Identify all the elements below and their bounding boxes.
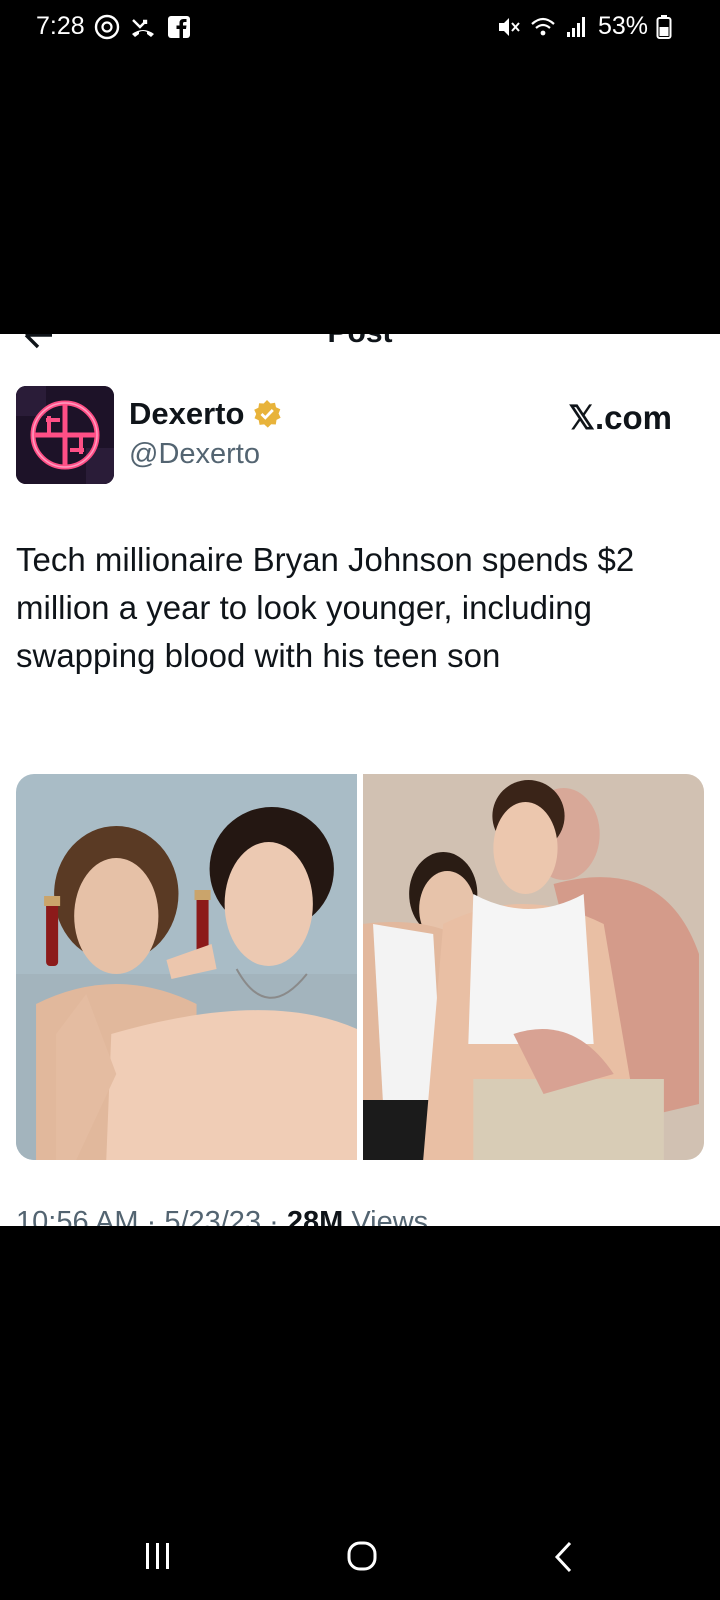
x-logo-icon: 𝕏	[568, 399, 595, 436]
post-card: Post Dexerto @Dexerto 𝕏.com Tech million…	[0, 334, 720, 1226]
more-icon[interactable]	[658, 334, 698, 336]
status-right: 53%	[496, 12, 672, 41]
facebook-icon	[168, 16, 190, 39]
display-name[interactable]: Dexerto	[129, 396, 282, 432]
x-com-logo: 𝕏 .com	[568, 398, 672, 437]
page-title: Post	[0, 334, 720, 350]
home-icon[interactable]	[346, 1540, 378, 1572]
status-left-icons	[94, 14, 192, 40]
avatar[interactable]	[16, 386, 114, 484]
tweet-meta: 10:56 AM · 5/23/23 · 28M Views	[16, 1206, 428, 1226]
verified-badge-icon	[254, 400, 282, 428]
status-time: 7:28	[36, 12, 85, 40]
tweet-time: 10:56 AM	[16, 1206, 139, 1226]
battery-percent: 53%	[597, 12, 648, 40]
recent-apps-icon[interactable]	[144, 1540, 172, 1572]
brand-domain: .com	[594, 398, 672, 436]
android-nav-bar	[0, 1490, 720, 1600]
mute-icon	[498, 17, 520, 36]
views-count: 28M	[286, 1206, 344, 1226]
wifi-icon	[531, 17, 555, 35]
battery-icon	[656, 14, 672, 39]
status-bar: 7:28 53%	[0, 0, 720, 56]
blood-vials-photo[interactable]	[16, 774, 357, 1160]
three-generations-photo[interactable]	[363, 774, 704, 1160]
back-icon[interactable]	[552, 1540, 576, 1574]
threads-icon	[94, 14, 120, 40]
author-name[interactable]: Dexerto	[129, 396, 244, 432]
tweet-date: 5/23/23	[164, 1206, 262, 1226]
media-grid	[16, 774, 704, 1160]
author-handle[interactable]: @Dexerto	[129, 438, 260, 471]
signal-icon	[566, 16, 585, 37]
views-label: Views	[351, 1206, 429, 1226]
missed-call-icon	[132, 19, 154, 37]
tweet-text: Tech millionaire Bryan Johnson spends $2…	[16, 541, 635, 674]
top-nav: Post	[0, 334, 720, 358]
